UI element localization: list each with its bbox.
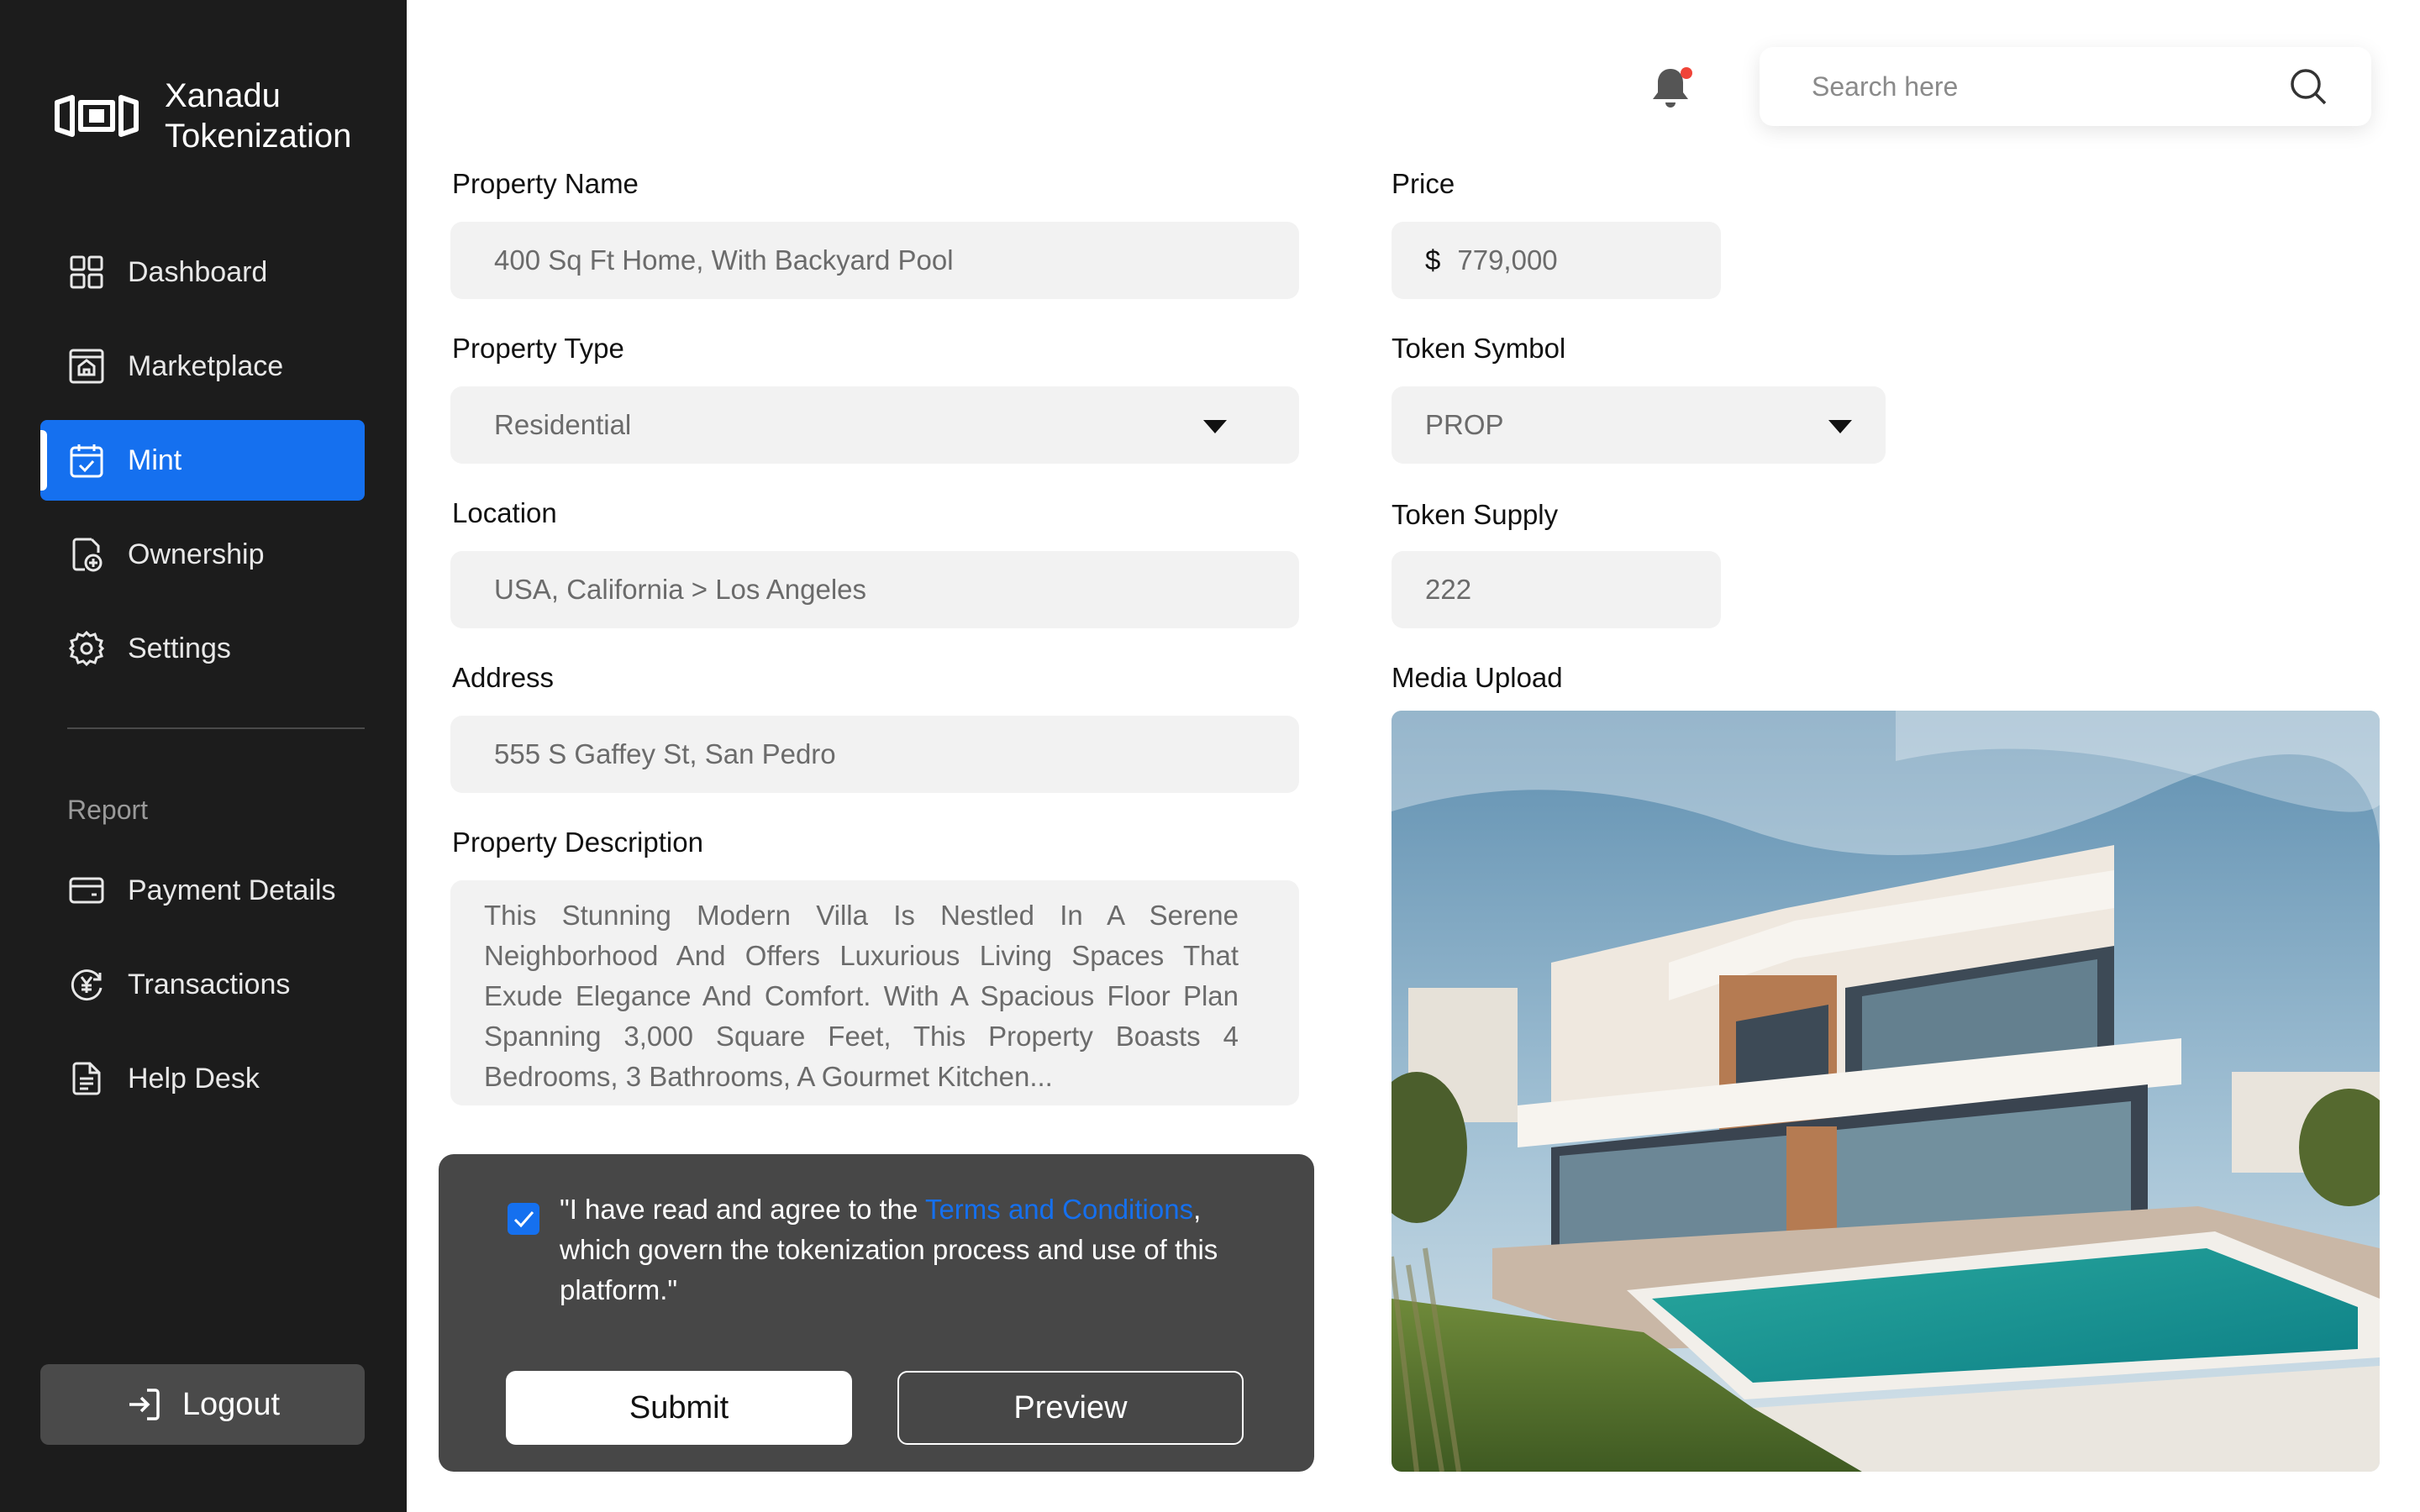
sidebar-item-dashboard[interactable]: Dashboard (40, 232, 365, 312)
search-icon[interactable] (2289, 67, 2328, 106)
terms-checkbox[interactable] (508, 1203, 539, 1235)
search-input[interactable] (1812, 71, 2282, 102)
sidebar-divider (67, 727, 365, 729)
address-label: Address (452, 662, 555, 693)
marketplace-icon (67, 347, 106, 386)
terms-link[interactable]: Terms and Conditions (925, 1194, 1193, 1225)
media-upload-preview[interactable] (1392, 711, 2380, 1472)
price-label: Price (1392, 168, 1455, 199)
preview-button[interactable]: Preview (897, 1371, 1244, 1445)
token-symbol-value: PROP (1425, 409, 1504, 440)
sidebar-item-ownership[interactable]: Ownership (40, 514, 365, 595)
sidebar-item-label: Payment Details (128, 874, 336, 906)
location-label: Location (452, 497, 557, 528)
gear-icon (67, 629, 106, 668)
brand-name-line2: Tokenization (165, 118, 352, 155)
token-supply-field[interactable]: 222 (1392, 551, 1721, 628)
sidebar-item-mint[interactable]: Mint (40, 420, 365, 501)
address-value: 555 S Gaffey St, San Pedro (494, 738, 836, 769)
price-value: 779,000 (1457, 244, 1558, 276)
login-arrow-icon (129, 1389, 160, 1420)
chevron-down-icon (1828, 420, 1852, 433)
currency-symbol: $ (1425, 244, 1441, 276)
property-type-label: Property Type (452, 333, 624, 364)
wallet-icon (67, 871, 106, 910)
report-section-label: Report (67, 795, 149, 825)
sidebar-item-payment-details[interactable]: Payment Details (40, 850, 365, 931)
property-type-value: Residential (494, 409, 632, 440)
submit-button[interactable]: Submit (506, 1371, 852, 1445)
sidebar-item-help-desk[interactable]: Help Desk (40, 1038, 365, 1119)
check-icon (513, 1211, 534, 1228)
property-photo (1392, 711, 2380, 1472)
location-value: USA, California > Los Angeles (494, 574, 867, 605)
sidebar: Xanadu Tokenization Dashboard Marketplac… (0, 0, 407, 1512)
token-supply-label: Token Supply (1392, 499, 1559, 530)
calendar-check-icon (67, 441, 106, 480)
token-supply-value: 222 (1425, 574, 1472, 605)
grid-icon (67, 253, 106, 291)
sidebar-item-label: Mint (128, 444, 182, 476)
document-icon (67, 1059, 106, 1098)
currency-cycle-icon (67, 965, 106, 1004)
brand-logo-icon (55, 95, 139, 137)
document-plus-icon (67, 535, 106, 574)
sidebar-item-settings[interactable]: Settings (40, 608, 365, 689)
sidebar-item-label: Settings (128, 632, 231, 664)
property-description-textarea[interactable]: This Stunning Modern Villa Is Nestled In… (450, 880, 1299, 1105)
token-symbol-select[interactable]: PROP (1392, 386, 1886, 464)
property-type-select[interactable]: Residential (450, 386, 1299, 464)
sidebar-item-label: Transactions (128, 968, 291, 1000)
notification-dot (1681, 67, 1692, 79)
sidebar-item-label: Ownership (128, 538, 265, 570)
sidebar-item-label: Help Desk (128, 1062, 260, 1095)
sidebar-item-label: Dashboard (128, 255, 268, 288)
property-name-value: 400 Sq Ft Home, With Backyard Pool (494, 244, 954, 276)
token-symbol-label: Token Symbol (1392, 333, 1566, 364)
sidebar-item-marketplace[interactable]: Marketplace (40, 326, 365, 407)
location-field[interactable]: USA, California > Los Angeles (450, 551, 1299, 628)
search-bar[interactable] (1760, 47, 2371, 126)
logout-label: Logout (182, 1386, 281, 1422)
sidebar-item-label: Marketplace (128, 349, 284, 382)
brand-name-line1: Xanadu (165, 77, 281, 114)
brand: Xanadu Tokenization (52, 76, 351, 156)
property-name-field[interactable]: 400 Sq Ft Home, With Backyard Pool (450, 222, 1299, 299)
property-name-label: Property Name (452, 168, 639, 199)
terms-text-before: "I have read and agree to the (560, 1194, 925, 1225)
terms-text: "I have read and agree to the Terms and … (560, 1189, 1249, 1310)
chevron-down-icon (1203, 420, 1227, 433)
address-field[interactable]: 555 S Gaffey St, San Pedro (450, 716, 1299, 793)
price-field[interactable]: $ 779,000 (1392, 222, 1721, 299)
media-upload-label: Media Upload (1392, 662, 1563, 693)
sidebar-item-transactions[interactable]: Transactions (40, 944, 365, 1025)
logout-button[interactable]: Logout (40, 1364, 365, 1445)
terms-panel: "I have read and agree to the Terms and … (439, 1154, 1314, 1472)
property-description-label: Property Description (452, 827, 703, 858)
